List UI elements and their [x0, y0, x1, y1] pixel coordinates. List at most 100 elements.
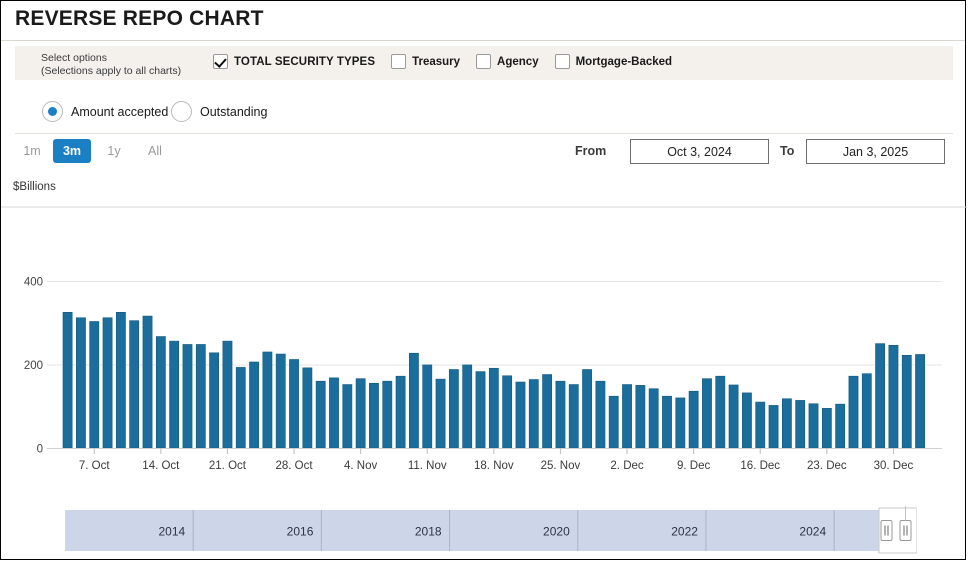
chart-bar[interactable] [555, 380, 566, 449]
chart-bar[interactable] [342, 384, 353, 449]
chart-bar[interactable] [915, 354, 925, 449]
chart-bar[interactable] [142, 315, 153, 449]
radio-icon[interactable] [42, 101, 63, 122]
chart-bar[interactable] [275, 353, 286, 449]
chart-bar[interactable] [622, 384, 632, 449]
navigator-svg[interactable]: 2014 2016 2018 2020 2022 2024 [65, 506, 917, 555]
chart-bar[interactable] [129, 320, 140, 449]
chart-bar[interactable] [542, 374, 553, 449]
radio-label: Outstanding [200, 104, 268, 119]
radio-amount-accepted[interactable]: Amount accepted [42, 101, 168, 122]
checkbox-icon[interactable] [476, 54, 492, 69]
chart-bar[interactable] [315, 380, 326, 449]
chart-bar[interactable] [675, 397, 686, 449]
range-button-1y[interactable]: 1y [97, 139, 131, 163]
reverse-repo-chart-app: REVERSE REPO CHART Select options (Selec… [0, 0, 967, 560]
chart-bar[interactable] [821, 408, 832, 449]
chart-bar[interactable] [795, 400, 806, 449]
chart-bar[interactable] [422, 364, 433, 449]
date-from-input[interactable]: Oct 3, 2024 [630, 139, 769, 164]
chart-bar[interactable] [595, 380, 606, 449]
nav-handle-right[interactable] [899, 520, 912, 541]
nav-handle-left[interactable] [880, 520, 893, 541]
chart-bar[interactable] [568, 384, 579, 449]
chart-bar[interactable] [89, 321, 100, 449]
y-axis-tick-label: 400 [24, 277, 43, 289]
chart-bar[interactable] [582, 369, 592, 449]
chart-bar[interactable] [608, 395, 619, 449]
chart-bar[interactable] [702, 378, 712, 449]
chart-bar[interactable] [355, 378, 366, 449]
x-axis-tick-label: 2. Dec [610, 460, 643, 472]
checkbox-icon[interactable] [391, 54, 407, 69]
chart-bar[interactable] [369, 382, 379, 449]
chart-bar[interactable] [409, 352, 419, 449]
chart-bar[interactable] [488, 367, 499, 449]
chart-bar[interactable] [155, 336, 166, 449]
chart-bar[interactable] [515, 381, 526, 449]
navigator-band[interactable] [65, 510, 914, 551]
chart-bar[interactable] [528, 379, 539, 449]
chart-bar[interactable] [115, 312, 126, 449]
chart-bar[interactable] [222, 340, 233, 449]
chart-bar[interactable] [755, 401, 766, 449]
checkbox-label: Agency [497, 55, 539, 68]
checkbox-icon[interactable] [213, 54, 228, 69]
chart-bar[interactable] [169, 340, 180, 449]
range-button-3m[interactable]: 3m [53, 139, 91, 163]
date-to-input[interactable]: Jan 3, 2025 [806, 139, 945, 164]
checkbox-total-security-types[interactable]: TOTAL SECURITY TYPES [213, 54, 375, 69]
checkbox-agency[interactable]: Agency [476, 54, 539, 69]
chart-navigator[interactable]: 2014 2016 2018 2020 2022 2024 [65, 506, 917, 555]
chart-bar[interactable] [382, 380, 393, 449]
navigator-year-label: 2018 [415, 525, 442, 539]
chart-bar[interactable] [742, 392, 752, 449]
chart-bar[interactable] [861, 373, 872, 449]
navigator-year-label: 2016 [287, 525, 314, 539]
range-button-1m[interactable]: 1m [15, 139, 49, 163]
chart-bar[interactable] [475, 371, 486, 449]
chart-bar[interactable] [195, 344, 206, 449]
chart-bar[interactable] [289, 359, 299, 449]
chart-bar[interactable] [182, 344, 193, 449]
chart-bar[interactable] [901, 355, 912, 449]
chart-bar[interactable] [329, 377, 339, 449]
date-to-label: To [780, 144, 795, 158]
chart-bar[interactable] [302, 367, 313, 449]
chart-bar[interactable] [715, 375, 726, 449]
chart-bar[interactable] [635, 385, 646, 449]
date-from-label: From [575, 144, 607, 158]
checkbox-treasury[interactable]: Treasury [391, 54, 460, 69]
radio-icon[interactable] [171, 101, 192, 122]
chart-bar[interactable] [728, 384, 739, 449]
chart-bar[interactable] [209, 352, 220, 449]
chart-bar[interactable] [848, 375, 859, 449]
checkbox-icon[interactable] [554, 54, 570, 69]
chart-bar[interactable] [262, 351, 273, 449]
chart-bar[interactable] [875, 343, 886, 449]
checkbox-mortgage-backed[interactable]: Mortgage-Backed [554, 54, 672, 69]
chart-bar[interactable] [235, 367, 246, 449]
chart-bar[interactable] [462, 364, 473, 449]
title-bar: REVERSE REPO CHART [1, 1, 965, 41]
y-axis-tick-label: 200 [24, 360, 43, 372]
chart-bar[interactable] [835, 403, 846, 449]
chart-bar[interactable] [888, 345, 899, 449]
chart-bar[interactable] [435, 378, 446, 449]
chart-bar[interactable] [502, 375, 513, 449]
chart-bar[interactable] [62, 312, 73, 449]
chart-bar[interactable] [768, 405, 779, 449]
chart-bar[interactable] [249, 361, 259, 449]
chart-bar[interactable] [102, 317, 113, 449]
chart-bar[interactable] [448, 369, 459, 449]
chart-bar[interactable] [688, 390, 699, 449]
radio-outstanding[interactable]: Outstanding [171, 101, 267, 122]
chart-bar[interactable] [76, 317, 86, 449]
chart-bar[interactable] [781, 398, 792, 449]
range-button-all[interactable]: All [137, 139, 173, 163]
chart-bar[interactable] [662, 395, 672, 449]
chart-bar[interactable] [808, 403, 819, 449]
chart-bar[interactable] [395, 375, 406, 449]
chart-bar[interactable] [648, 388, 659, 449]
measure-radio-group: Amount accepted Outstanding [15, 93, 953, 134]
